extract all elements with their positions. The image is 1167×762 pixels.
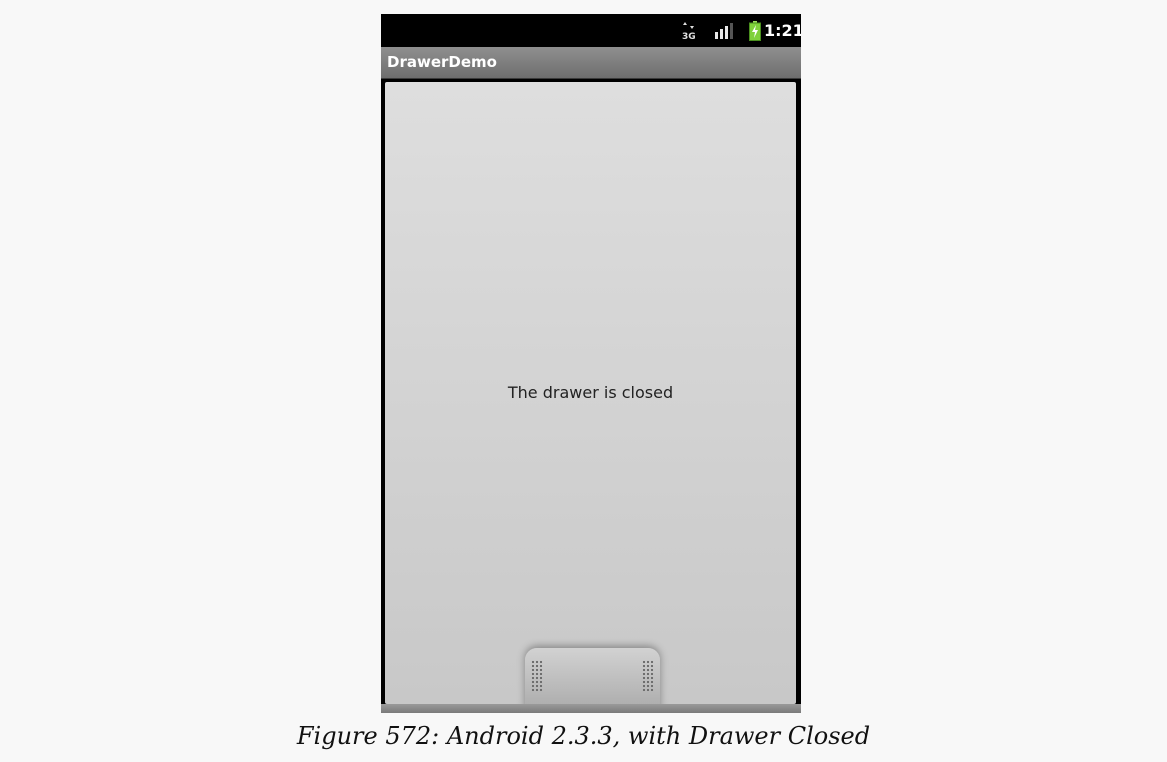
battery-charging-icon bbox=[749, 14, 761, 47]
status-bar: 3G 1:21 bbox=[381, 14, 801, 47]
drawer-status-message: The drawer is closed bbox=[507, 383, 674, 402]
drawer-grip-icon bbox=[531, 660, 543, 692]
content-area: The drawer is closed bbox=[385, 82, 796, 713]
android-screen: 3G 1:21 DrawerDemo The drawer is closed bbox=[381, 14, 801, 713]
drawer-bottom-edge bbox=[381, 704, 801, 713]
figure-caption: Figure 572: Android 2.3.3, with Drawer C… bbox=[296, 722, 871, 750]
figure: 3G 1:21 DrawerDemo The drawer is closed … bbox=[0, 0, 1167, 762]
clock: 1:21 bbox=[764, 21, 801, 40]
network-3g-icon: 3G bbox=[681, 14, 697, 47]
app-title: DrawerDemo bbox=[387, 53, 497, 71]
svg-text:3G: 3G bbox=[682, 32, 696, 41]
signal-bars-icon bbox=[714, 14, 736, 47]
drawer-grip-icon bbox=[642, 660, 654, 692]
title-bar: DrawerDemo bbox=[381, 47, 801, 79]
